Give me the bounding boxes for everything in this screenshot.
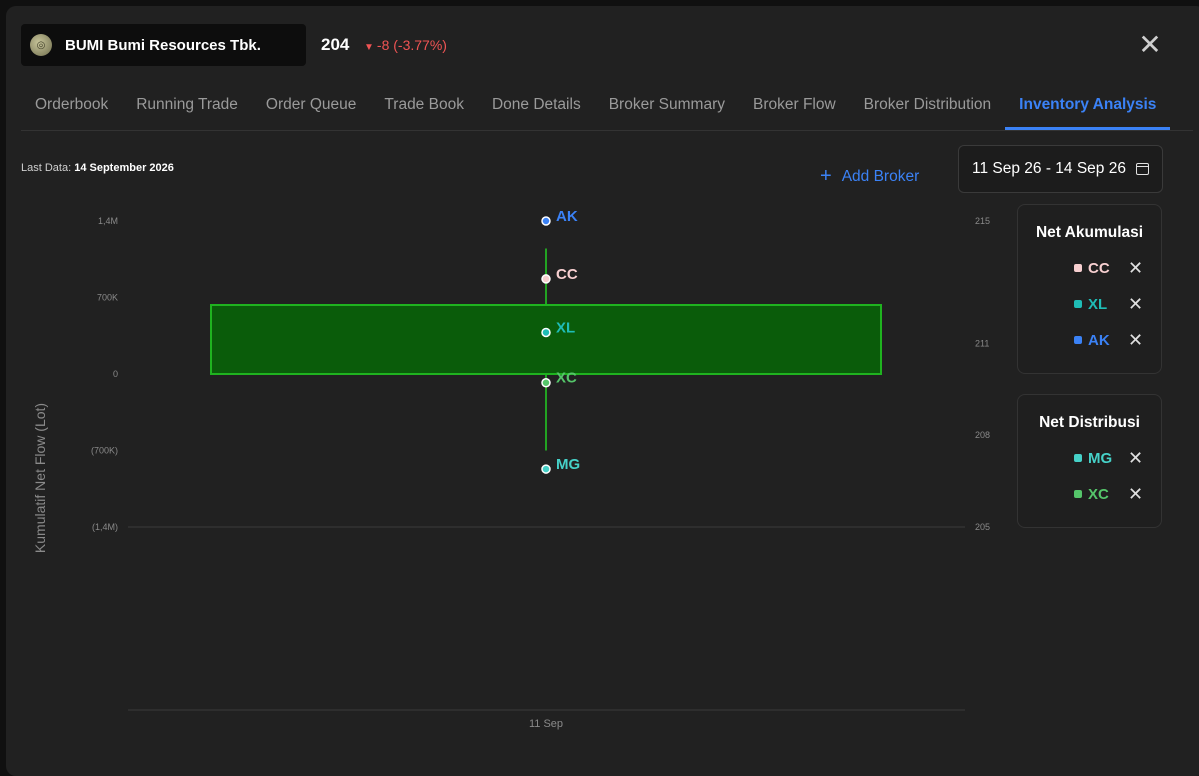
y2-tick-label: 215 [975,216,990,226]
candle-body [210,304,882,375]
legend-item: CC ✕ [1018,250,1161,286]
legend-item: XL ✕ [1018,286,1161,322]
y-tick-label: 1,4M [98,216,118,226]
y-tick-label: (1,4M) [92,522,118,532]
y2-tick-label: 208 [975,430,990,440]
remove-broker-icon[interactable]: ✕ [1128,448,1143,469]
legend-title: Net Akumulasi [1035,224,1144,241]
data-point-xl [541,327,551,338]
legend-code: AK [1088,331,1110,349]
data-point-xc [541,377,551,388]
legend-swatch [1074,490,1082,498]
legend-code: XC [1088,485,1109,503]
inventory-chart: 1,4M 700K 0 (700K) (1,4M) 215 211 208 205 AK CC X… [32,208,990,730]
data-label: CC [556,266,578,283]
remove-broker-icon[interactable]: ✕ [1128,294,1143,315]
legend-item: XC ✕ [1018,476,1161,512]
data-label: MG [556,456,580,473]
legend-code: CC [1088,259,1110,277]
y-tick-label: 0 [113,369,118,379]
legend-code: MG [1088,449,1113,467]
data-label: XC [556,370,577,387]
y2-tick-label: 211 [975,338,989,348]
data-point-ak [541,216,551,226]
data-label: XL [556,319,575,336]
legend-swatch [1074,264,1082,272]
legend-swatch [1074,454,1082,462]
y-tick-label: (700K) [91,446,118,456]
legend-item: MG ✕ [1018,440,1161,476]
legend-code: XL [1088,295,1108,313]
remove-broker-icon[interactable]: ✕ [1128,484,1143,505]
legend-swatch [1074,300,1082,308]
data-point-mg [541,464,551,474]
y-axis-label: Kumulatif Net Flow (Lot) [32,403,48,553]
data-label: AK [556,208,578,225]
x-tick-label: 11 Sep [529,718,563,730]
legend-item: AK ✕ [1018,322,1161,358]
remove-broker-icon[interactable]: ✕ [1128,330,1143,351]
legend-title: Net Distribusi [1039,414,1140,431]
y-tick-label: 700K [97,293,118,303]
net-accumulation-legend: Net Akumulasi CC ✕ XL ✕ AK ✕ [1017,204,1162,374]
legend-swatch [1074,336,1082,344]
data-point-cc [541,274,551,284]
net-distribution-legend: Net Distribusi MG ✕ XC ✕ [1017,394,1162,528]
remove-broker-icon[interactable]: ✕ [1128,258,1143,279]
y2-tick-label: 205 [975,522,990,532]
